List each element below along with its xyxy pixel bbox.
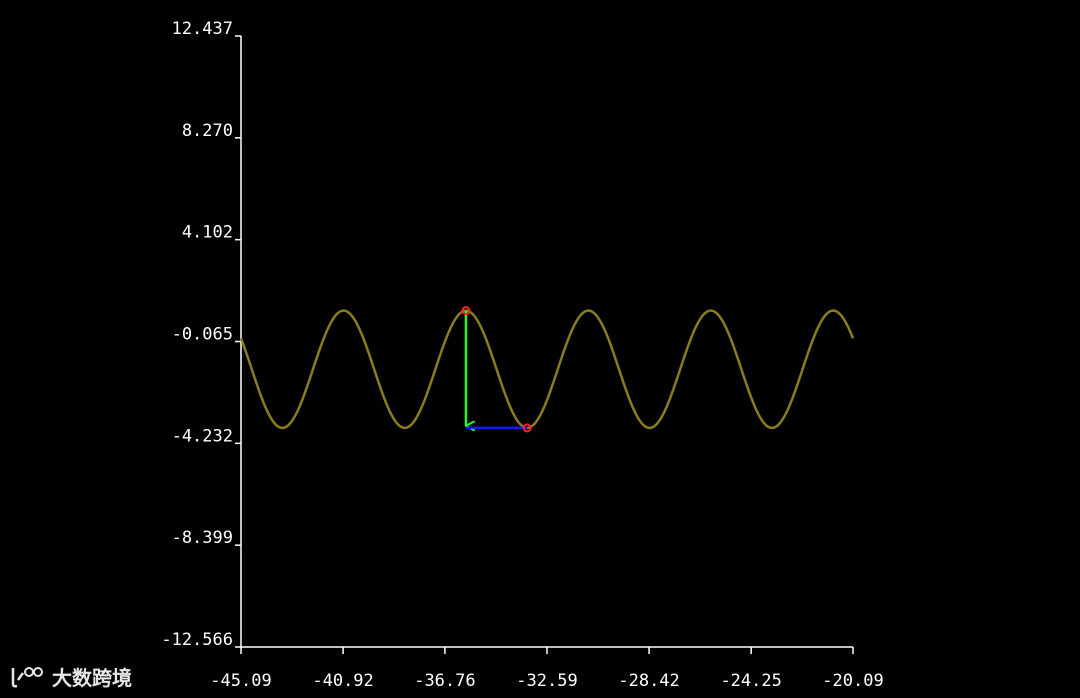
watermark-text: 大数跨境 <box>52 666 132 690</box>
y-tick-label: -4.232 <box>172 426 233 446</box>
x-tick-label: -40.92 <box>312 671 373 691</box>
y-tick-label: -8.399 <box>172 528 233 548</box>
chart-root: 12.437 8.270 4.102 -0.065 -4.232 -8.399 -12.56… <box>0 0 1080 698</box>
x-tick-label: -24.25 <box>720 671 781 691</box>
y-tick-label: -0.065 <box>172 325 233 345</box>
x-tick-label: -28.42 <box>618 671 679 691</box>
y-tick-label: -12.566 <box>161 630 233 650</box>
y-tick-label: 8.270 <box>182 121 233 141</box>
watermark-logo-icon <box>11 666 43 687</box>
x-tick-label: -20.09 <box>822 671 883 691</box>
x-tick-label: -36.76 <box>414 671 475 691</box>
x-tick-label: -32.59 <box>516 671 577 691</box>
plot-area: 12.437 8.270 4.102 -0.065 -4.232 -8.399 -12.56… <box>161 19 883 691</box>
watermark: 大数跨境 <box>10 662 132 691</box>
x-tick-label: -45.09 <box>210 671 271 691</box>
y-tick-label: 4.102 <box>182 223 233 243</box>
series-line <box>239 309 855 430</box>
y-tick-label: 12.437 <box>172 19 233 39</box>
